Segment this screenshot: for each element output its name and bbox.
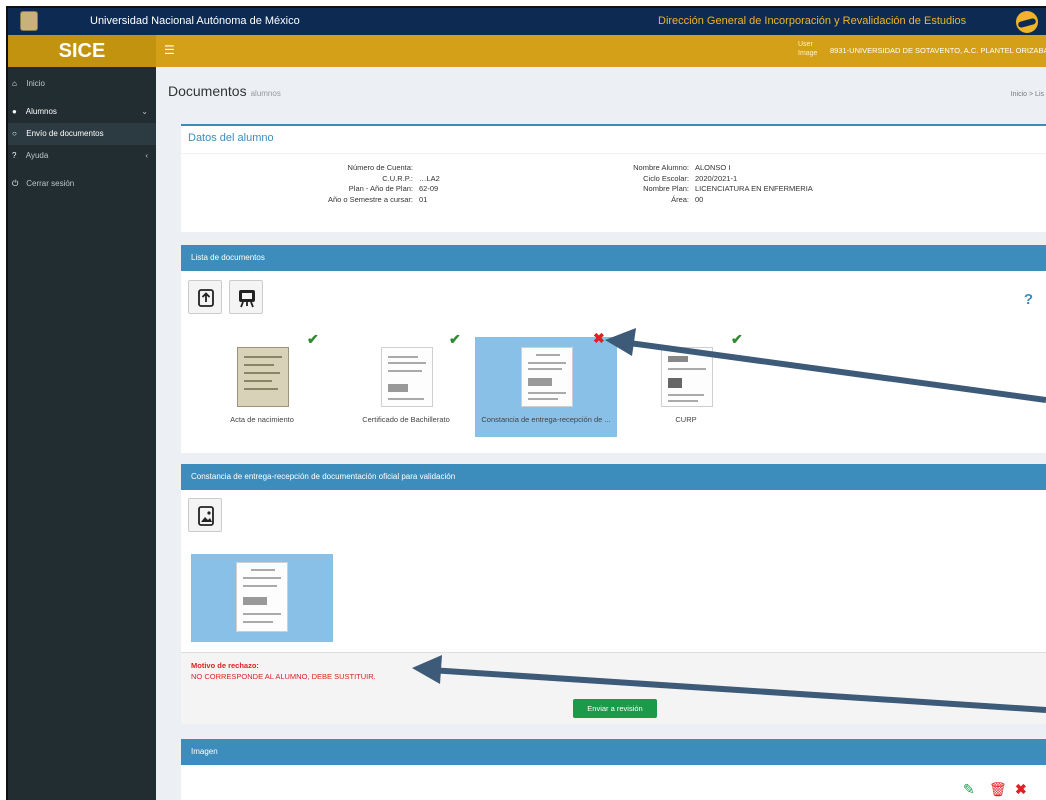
dgire-logo xyxy=(1016,11,1038,33)
sidebar-item-label: Envío de documentos xyxy=(26,129,104,138)
document-thumbnail xyxy=(381,347,433,407)
field-row: Nombre Alumno: ALONSO I xyxy=(633,163,731,172)
power-icon: ⏻ xyxy=(12,179,19,188)
sidebar-item-label: Ayuda xyxy=(25,151,49,160)
check-icon: ✔ xyxy=(731,331,743,347)
document-name: Certificado de Bachillerato xyxy=(362,415,450,424)
question-icon: ? xyxy=(12,151,17,160)
document-thumbnail xyxy=(521,347,573,407)
users-icon: ● xyxy=(12,107,17,116)
student-data-title: Datos del alumno xyxy=(181,126,1046,154)
upload-icon xyxy=(198,289,214,307)
sidebar-item-alumnos[interactable]: ● Alumnos ⌄ xyxy=(8,101,156,123)
sidebar-item-label: Cerrar sesión xyxy=(26,179,75,188)
sidebar-item-inicio[interactable]: ⌂ Inicio xyxy=(8,73,156,95)
document-item-constancia[interactable]: Constancia de entrega-recepción de ... xyxy=(475,337,617,437)
trash-icon[interactable]: 🗑 xyxy=(989,781,1007,798)
breadcrumb-home[interactable]: Inicio xyxy=(1011,91,1027,98)
field-row: Nombre Plan: LICENCIATURA EN ENFERMERIA xyxy=(643,184,813,193)
document-thumbnail xyxy=(661,347,713,407)
chevron-left-icon: ‹ xyxy=(145,151,148,160)
chevron-down-icon: ⌄ xyxy=(141,107,148,116)
rejected-icon: ✖ xyxy=(593,330,605,346)
document-list-box: Lista de documentos ? Acta de nacimiento… xyxy=(181,245,1046,453)
page-subtitle: alumnos xyxy=(250,89,281,98)
constancia-box: Constancia de entrega-recepción de docum… xyxy=(181,464,1046,724)
image-box: Imagen ✎ 🗑 ✖ xyxy=(181,739,1046,800)
close-icon[interactable]: ✖ xyxy=(1015,781,1027,798)
image-file-icon xyxy=(198,506,214,526)
field-row: Número de Cuenta: xyxy=(347,163,413,172)
constancia-title: Constancia de entrega-recepción de docum… xyxy=(181,464,1046,490)
sidebar-item-ayuda[interactable]: ? Ayuda ‹ xyxy=(8,145,156,167)
rejection-reason: NO CORRESPONDE AL ALUMNO, DEBE SUSTITUIR… xyxy=(191,672,376,681)
sidebar: ⌂ Inicio ● Alumnos ⌄ ○ Envío de document… xyxy=(8,67,156,800)
edit-icon[interactable]: ✎ xyxy=(963,781,975,798)
document-name: Constancia de entrega-recepción de ... xyxy=(481,415,611,424)
document-name: Acta de nacimiento xyxy=(230,415,294,424)
page-title-text: Documentos xyxy=(168,83,247,99)
unam-logo xyxy=(20,11,38,31)
field-row: Plan - Año de Plan: 62-09 xyxy=(348,184,439,193)
document-thumbnail xyxy=(236,562,288,632)
document-item-certificado[interactable]: Certificado de Bachillerato xyxy=(335,337,477,437)
upload-button[interactable] xyxy=(188,280,222,314)
top-bar: Universidad Nacional Autónoma de México … xyxy=(8,8,1046,35)
hamburger-icon[interactable]: ☰ xyxy=(164,43,175,57)
student-data-box: Datos del alumno Número de Cuenta: C.U.R… xyxy=(181,124,1046,232)
check-icon: ✔ xyxy=(449,331,461,347)
image-box-title: Imagen xyxy=(181,739,1046,765)
slideshow-button[interactable] xyxy=(229,280,263,314)
breadcrumb-current: Lis xyxy=(1035,91,1044,98)
school-name[interactable]: 8931-UNIVERSIDAD DE SOTAVENTO, A.C. PLAN… xyxy=(830,46,1046,55)
field-row: C.U.R.P.: …LA2 xyxy=(382,173,440,183)
page-title: Documentos alumnos xyxy=(168,83,281,99)
sidebar-item-label: Alumnos xyxy=(25,107,57,116)
document-list-title: Lista de documentos xyxy=(181,245,1046,271)
document-item-acta[interactable]: Acta de nacimiento xyxy=(191,337,333,437)
field-row: Ciclo Escolar: 2020/2021-1 xyxy=(643,173,738,183)
user-image[interactable]: User Image xyxy=(798,40,826,58)
main-header: SICE ☰ User Image 8931-UNIVERSIDAD DE SO… xyxy=(8,35,1046,67)
sidebar-item-cerrar-sesion[interactable]: ⏻ Cerrar sesión xyxy=(8,173,156,195)
help-icon[interactable]: ? xyxy=(1024,291,1033,308)
sidebar-item-label: Inicio xyxy=(26,79,45,88)
field-row: Área: 00 xyxy=(671,194,704,204)
image-upload-button[interactable] xyxy=(188,498,222,532)
circle-icon: ○ xyxy=(12,129,17,138)
slideshow-icon xyxy=(239,290,255,308)
document-name: CURP xyxy=(675,415,697,424)
main-content: Documentos alumnos Inicio > Lis Datos del… xyxy=(156,67,1046,800)
screenshot-frame: Universidad Nacional Autónoma de México … xyxy=(6,6,1046,800)
field-row: Año o Semestre a cursar: 01 xyxy=(327,194,428,204)
home-icon: ⌂ xyxy=(12,79,17,88)
student-data-left: Número de Cuenta: C.U.R.P.: …LA2 Plan - A… xyxy=(281,163,440,205)
document-item-curp[interactable]: CURP xyxy=(615,337,757,437)
student-data-right: Nombre Alumno: ALONSO I Ciclo Escolar: 202… xyxy=(601,163,813,205)
rejection-area: Motivo de rechazo: NO CORRESPONDE AL ALU… xyxy=(181,652,1046,724)
rejection-label: Motivo de rechazo: xyxy=(191,661,259,670)
selected-document-preview[interactable] xyxy=(191,554,333,642)
check-icon: ✔ xyxy=(307,331,319,347)
document-thumbnail xyxy=(237,347,289,407)
send-to-review-button[interactable]: Enviar a revisión xyxy=(573,699,657,718)
brand-logo[interactable]: SICE xyxy=(8,35,156,67)
university-title: Universidad Nacional Autónoma de México xyxy=(90,15,300,27)
sidebar-item-envio-documentos[interactable]: ○ Envío de documentos xyxy=(8,123,156,145)
breadcrumb: Inicio > Lis xyxy=(1011,91,1044,98)
directorate-title: Dirección General de Incorporación y Rev… xyxy=(658,15,967,27)
